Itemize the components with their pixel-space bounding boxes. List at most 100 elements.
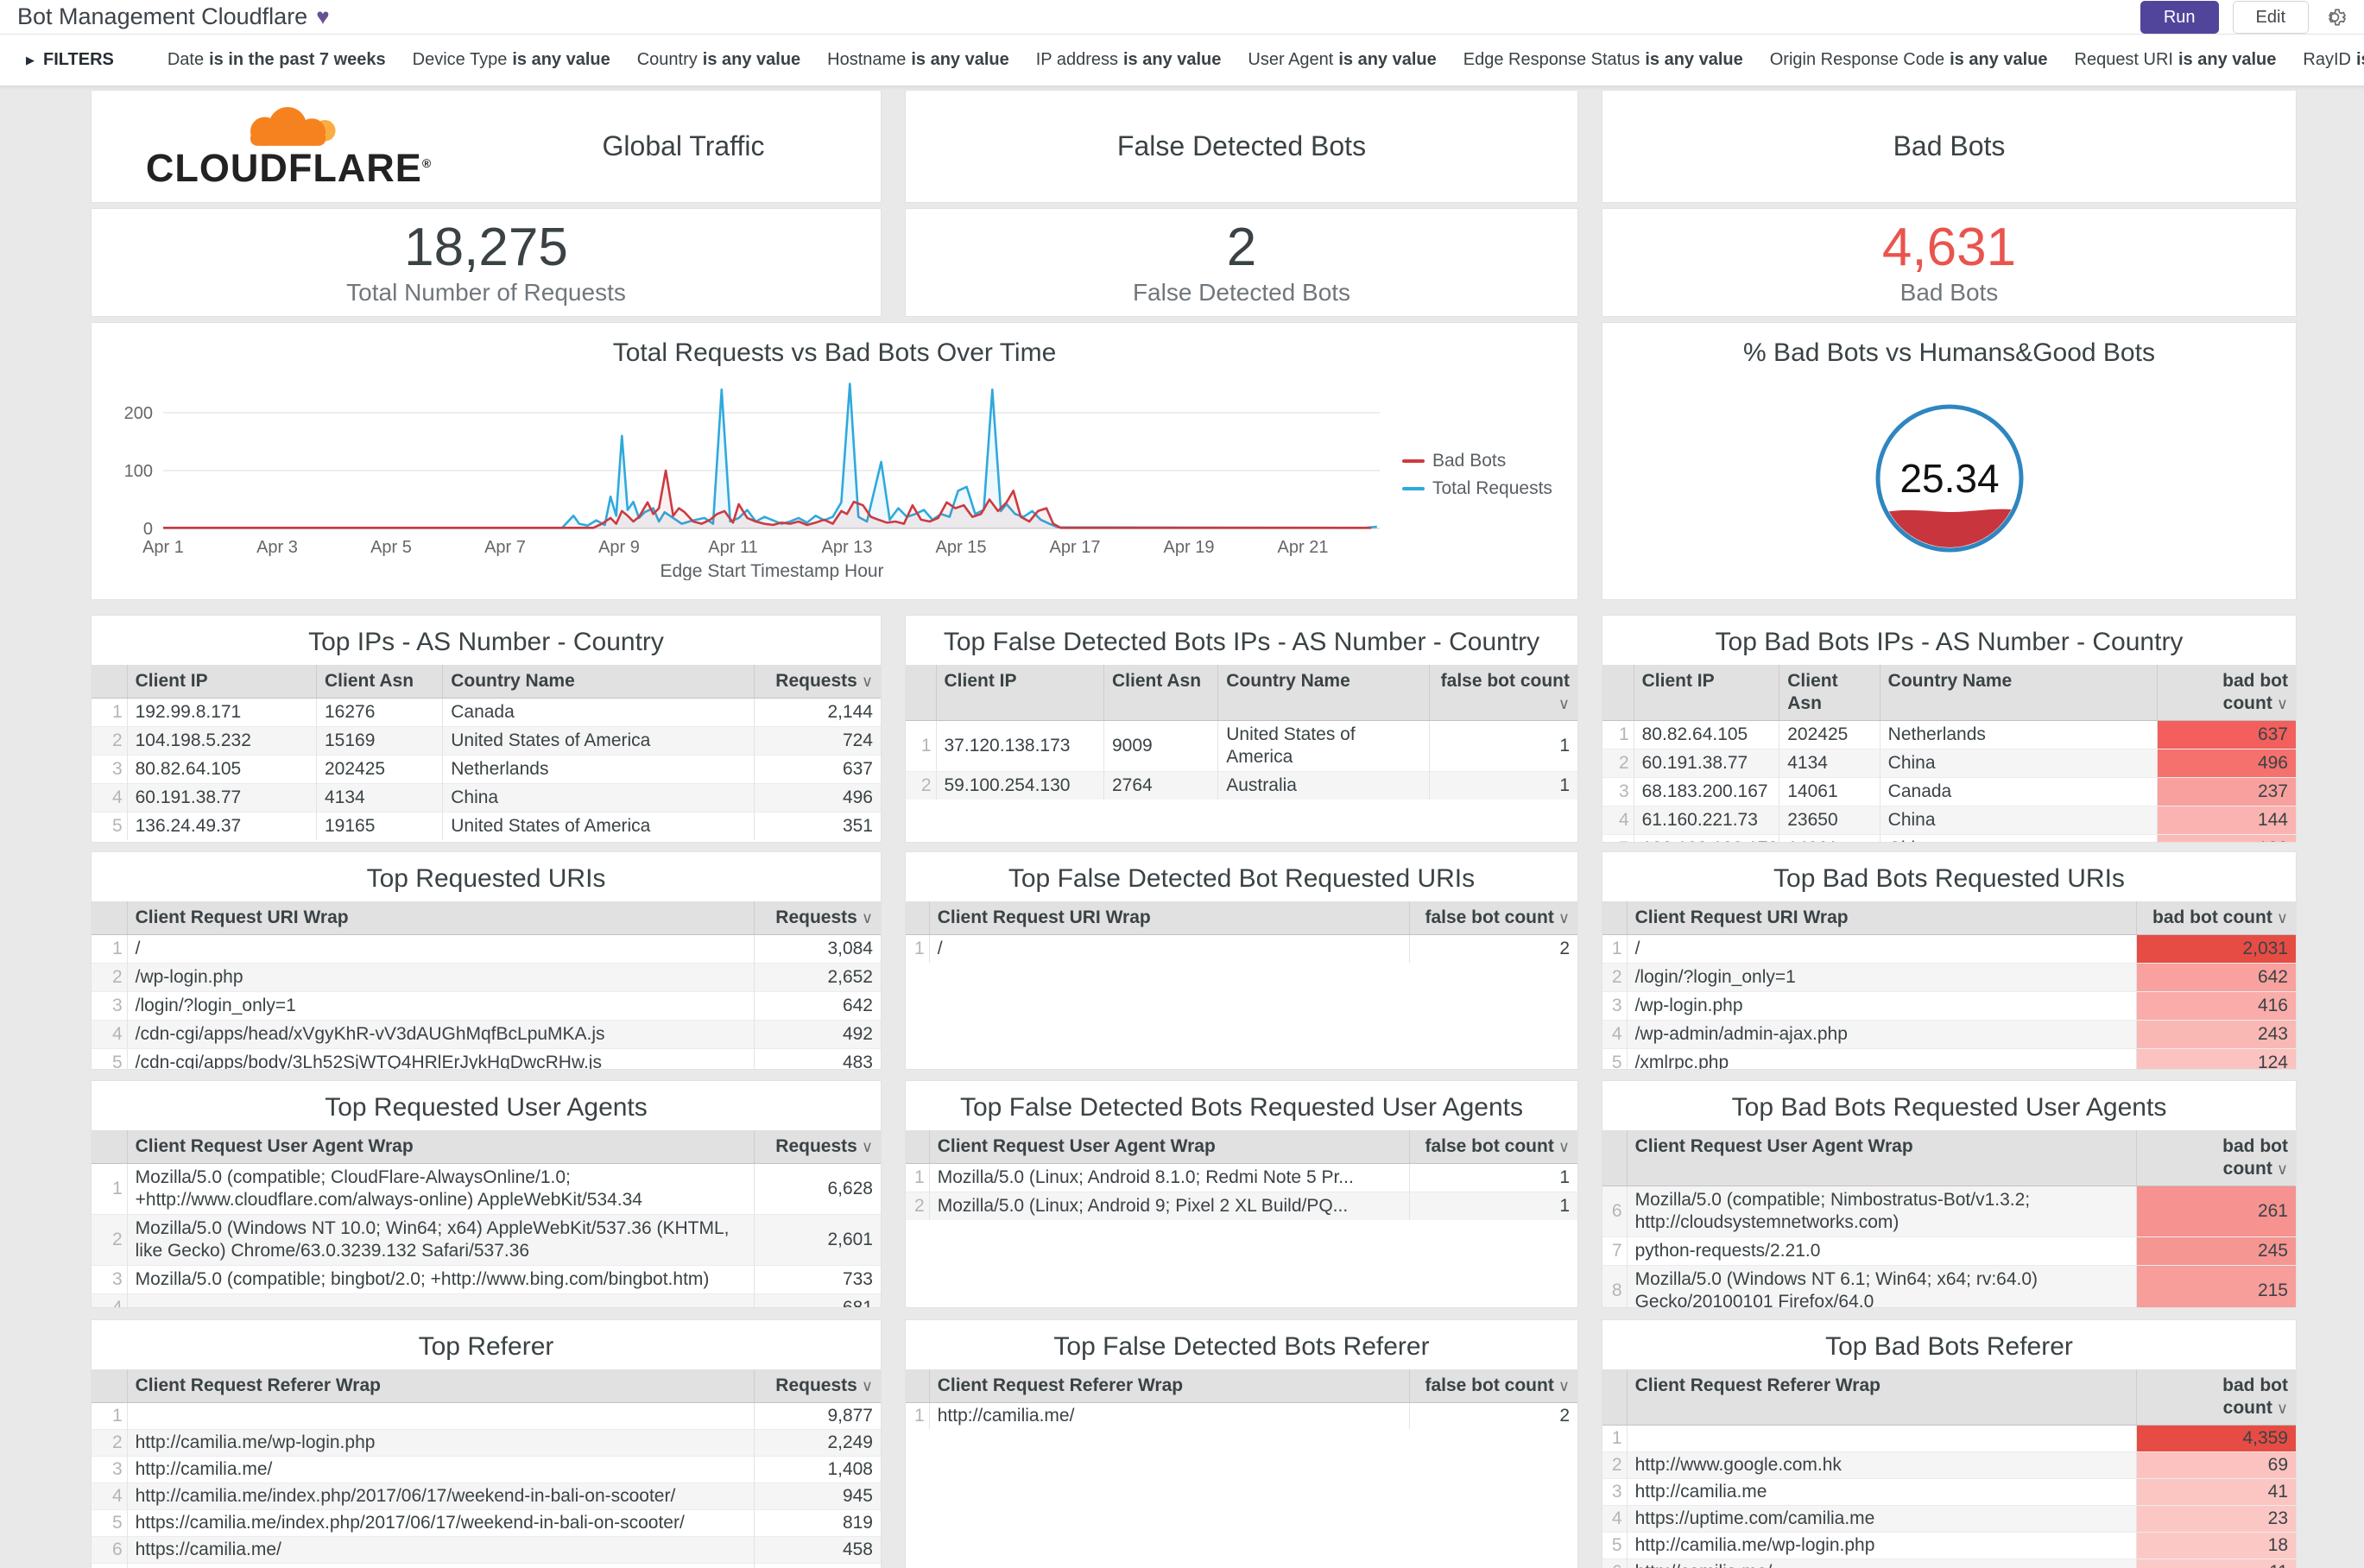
dashboard: CLOUDFLARE® Global Traffic False Detecte…	[0, 86, 2364, 1568]
row-number: 1	[92, 934, 128, 964]
column-header-sortable[interactable]: Requests ∨	[754, 901, 881, 935]
table-cell: 37.120.138.173	[935, 720, 1104, 772]
stat-value: 4,631	[1881, 218, 2017, 277]
column-header-sortable[interactable]: false bot count ∨	[1408, 901, 1577, 935]
run-button[interactable]: Run	[2140, 0, 2219, 34]
tile-false-bot-referer: Top False Detected Bots Referer Client R…	[905, 1319, 1578, 1568]
column-header-sortable[interactable]: bad bot count ∨	[2156, 665, 2296, 721]
filter-item[interactable]: Device Type is any value	[413, 50, 610, 69]
table-row: 3 http://camilia.me/1,408	[92, 1456, 881, 1483]
filter-item[interactable]: Request URI is any value	[2075, 50, 2277, 69]
stat-label: Total Number of Requests	[346, 279, 626, 306]
column-header-sortable[interactable]: Requests ∨	[754, 1130, 881, 1164]
table-cell: 642	[2135, 963, 2296, 992]
table-row: 2 Mozilla/5.0 (Windows NT 10.0; Win64; x6…	[92, 1214, 881, 1266]
table-cell: 192.99.8.171	[126, 698, 317, 727]
tile-top-uris: Top Requested URIs Client Request URI Wr…	[91, 851, 882, 1070]
column-header-sortable[interactable]: false bot count ∨	[1408, 1369, 1577, 1403]
stat-label: Bad Bots	[1899, 279, 1999, 306]
table-row: 1/2	[906, 934, 1577, 963]
table-row: 2 http://www.google.com.hk 69	[1602, 1451, 2296, 1479]
tile-title: Top Bad Bots IPs - AS Number - Country	[1715, 628, 2184, 656]
filter-item[interactable]: Hostname is any value	[827, 50, 1009, 69]
table-row: 5 https://camilia.me/index.php/2017/06/17…	[92, 1509, 881, 1537]
table-cell: 61.160.221.73	[1633, 806, 1779, 835]
table-cell: 122.193.123.173	[1633, 834, 1779, 842]
row-number: 1	[1602, 1425, 1628, 1452]
table-cell: China	[442, 783, 755, 812]
svg-text:Edge Start Timestamp Hour: Edge Start Timestamp Hour	[660, 561, 883, 580]
table-cell: 132	[2156, 834, 2296, 842]
svg-text:Apr 19: Apr 19	[1164, 538, 1215, 557]
section-header-global-traffic: Global Traffic	[602, 130, 765, 161]
table-cell: 124	[2135, 1048, 2296, 1069]
data-table: Client Request User Agent Wrap false bot …	[906, 1130, 1577, 1220]
filters-toggle[interactable]: ▶ FILTERS	[26, 50, 114, 70]
tile-title: Top False Detected Bots Referer	[1053, 1332, 1430, 1361]
table-cell: Canada	[442, 698, 755, 727]
filter-item[interactable]: User Agent is any value	[1248, 50, 1436, 69]
tile-title: Top False Detected Bot Requested URIs	[1008, 864, 1476, 893]
table-cell: 80.82.64.105	[126, 755, 317, 784]
table-row: 3 Mozilla/5.0 (compatible; bingbot/2.0; +…	[92, 1265, 881, 1294]
table-cell: 80.82.64.105	[1633, 720, 1779, 749]
table-cell: 202425	[315, 755, 443, 784]
table-cell: /	[126, 934, 755, 964]
column-header-sortable[interactable]: bad bot count ∨	[2135, 1130, 2296, 1186]
row-number: 1	[906, 1163, 930, 1192]
tile-section-false-bots: False Detected Bots	[905, 90, 1578, 203]
table-cell: 23650	[1779, 806, 1880, 835]
table-cell: Mozilla/5.0 (compatible; Nimbostratus-Bo…	[1626, 1185, 2137, 1237]
data-table: Client IP Client Asn Country Name bad bot c…	[1602, 665, 2296, 842]
table-cell: 4,359	[2135, 1425, 2296, 1452]
edit-button[interactable]: Edit	[2232, 0, 2309, 34]
table-cell: 637	[2156, 720, 2296, 749]
table-cell: /	[928, 934, 1410, 963]
table-row: 1 80.82.64.105 202425 Netherlands 637	[1602, 720, 2296, 749]
column-header: Client IP	[1633, 665, 1779, 721]
gear-icon[interactable]	[2323, 5, 2347, 29]
table-cell: 9009	[1103, 720, 1218, 772]
column-header-sortable[interactable]: bad bot count ∨	[2135, 1369, 2296, 1426]
column-header-sortable[interactable]: bad bot count ∨	[2135, 901, 2296, 935]
table-cell: China	[1879, 806, 2158, 835]
filter-item[interactable]: RayIDis any value	[2303, 50, 2364, 69]
page-title: Bot Management Cloudflare	[17, 3, 308, 29]
liquid-gauge: 25.34	[1875, 404, 2023, 553]
column-header-sortable[interactable]: Requests ∨	[754, 1369, 881, 1403]
table-row: 6 https://camilia.me/458	[92, 1536, 881, 1564]
table-cell: 14061	[1779, 834, 1880, 842]
column-header-sortable[interactable]: false bot count ∨	[1408, 1130, 1577, 1164]
table-row: 2/login/?login_only=1 642	[1602, 963, 2296, 992]
table-row: 3 80.82.64.105 202425 Netherlands 637	[92, 755, 881, 784]
column-header-sortable[interactable]: false bot count ∨	[1429, 665, 1577, 721]
table-cell	[126, 1402, 755, 1430]
table-cell: 104.198.5.232	[126, 726, 317, 756]
legend-item[interactable]: Bad Bots	[1402, 451, 1571, 471]
table-cell: China	[1879, 834, 2158, 842]
table-cell: 215	[2135, 1265, 2296, 1307]
table-cell	[1626, 1425, 2137, 1452]
table-cell: 9,877	[754, 1402, 881, 1430]
row-number: 2	[1602, 963, 1628, 992]
table-row: 1 Mozilla/5.0 (compatible; CloudFlare-Alw…	[92, 1163, 881, 1215]
filter-item[interactable]: Date is in the past 7 weeks	[168, 50, 386, 69]
table-cell: 4134	[315, 783, 443, 812]
row-number: 4	[1602, 1505, 1628, 1533]
legend-item[interactable]: Total Requests	[1402, 478, 1571, 499]
table-cell: 945	[754, 1483, 881, 1510]
tile-title: Top Requested User Agents	[325, 1093, 648, 1122]
filter-item[interactable]: Edge Response Status is any value	[1463, 50, 1743, 69]
table-cell: United States of America	[442, 726, 755, 756]
row-number: 2	[92, 1214, 128, 1266]
table-row: 5 136.24.49.37 19165 United States of Ameri…	[92, 812, 881, 840]
row-number: 5	[1602, 1532, 1628, 1559]
svg-text:Apr 3: Apr 3	[256, 538, 298, 557]
filter-item[interactable]: IP address is any value	[1036, 50, 1222, 69]
table-row: 7 python-requests/2.21.0 245	[1602, 1236, 2296, 1266]
table-cell: /cdn-cgi/apps/head/xVgyKhR-vV3dAUGhMqfBc…	[126, 1020, 755, 1049]
table-cell: 16276	[315, 698, 443, 727]
filter-item[interactable]: Country is any value	[637, 50, 800, 69]
filter-item[interactable]: Origin Response Code is any value	[1770, 50, 2048, 69]
column-header-sortable[interactable]: Requests ∨	[754, 665, 881, 699]
